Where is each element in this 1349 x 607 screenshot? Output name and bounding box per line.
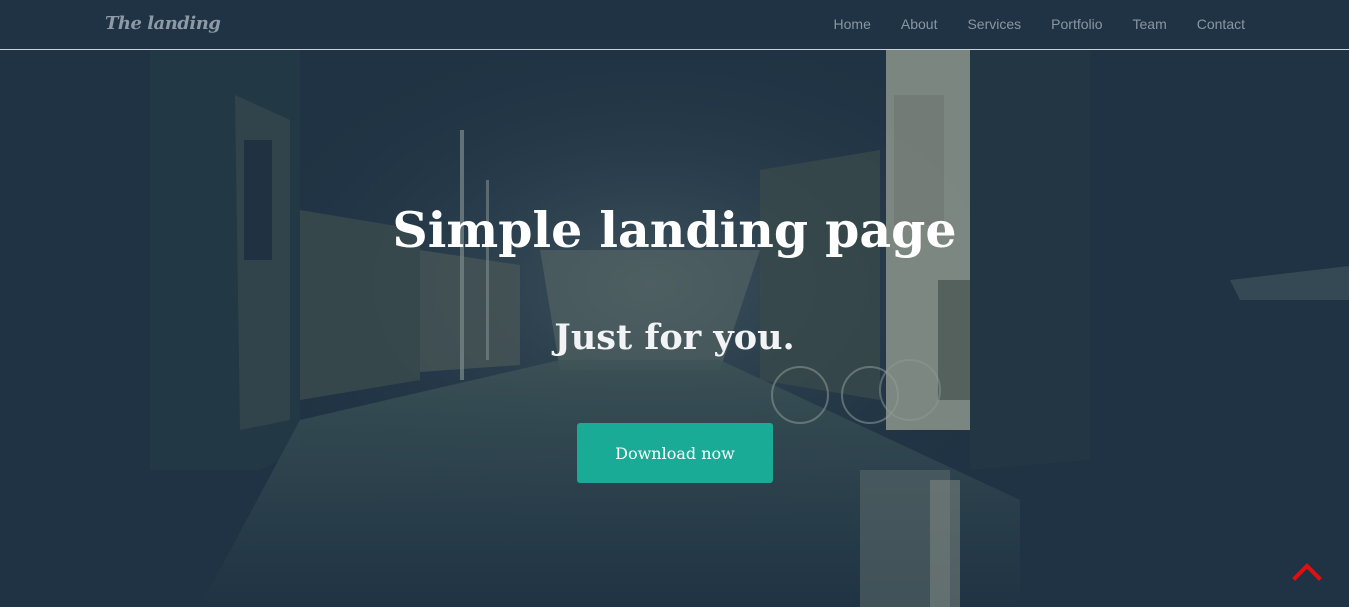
nav-link-services[interactable]: Services	[967, 16, 1021, 32]
back-to-top-button[interactable]	[1291, 558, 1323, 584]
hero-title: Simple landing page	[392, 201, 957, 259]
nav-link-contact[interactable]: Contact	[1197, 16, 1245, 32]
nav-item-portfolio: Portfolio	[1051, 16, 1102, 34]
nav-item-services: Services	[967, 16, 1021, 34]
nav-links: Home About Services Portfolio Team Conta…	[834, 0, 1245, 49]
nav-link-team[interactable]: Team	[1133, 16, 1167, 32]
nav-item-about: About	[901, 16, 938, 34]
brand-logo[interactable]: The landing	[105, 13, 221, 34]
chevron-up-icon	[1292, 563, 1322, 581]
nav-link-home[interactable]: Home	[834, 16, 871, 32]
nav-link-portfolio[interactable]: Portfolio	[1051, 16, 1102, 32]
nav-link-about[interactable]: About	[901, 16, 938, 32]
hero-background-image	[0, 0, 1349, 607]
hero-subtitle: Just for you.	[554, 317, 795, 358]
nav-item-contact: Contact	[1197, 16, 1245, 34]
navbar: The landing Home About Services Portfoli…	[0, 0, 1349, 50]
download-now-button[interactable]: Download now	[577, 423, 773, 483]
nav-item-team: Team	[1133, 16, 1167, 34]
page: The landing Home About Services Portfoli…	[0, 0, 1349, 607]
nav-item-home: Home	[834, 16, 871, 34]
